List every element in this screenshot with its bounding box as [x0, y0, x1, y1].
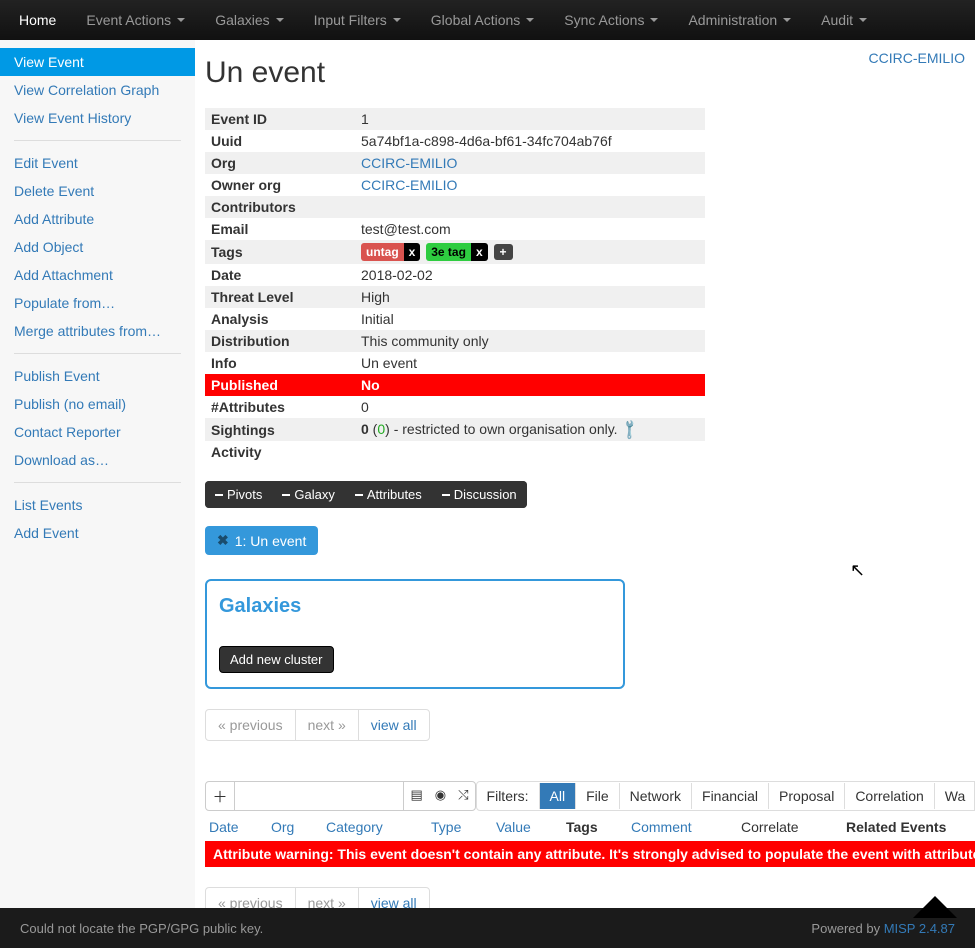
add-attribute-icon[interactable]: ＋ — [205, 781, 235, 811]
col-tags: Tags — [566, 819, 631, 835]
org-value-link[interactable]: CCIRC-EMILIO — [361, 155, 457, 171]
filter-all[interactable]: All — [539, 783, 576, 809]
col-correlate: Correlate — [741, 819, 846, 835]
minus-icon — [215, 494, 223, 496]
col-type[interactable]: Type — [431, 819, 461, 835]
add-tag-button[interactable]: + — [494, 244, 513, 260]
sidebar-view-history[interactable]: View Event History — [0, 104, 195, 132]
pager-prev: « previous — [206, 710, 296, 740]
col-comment[interactable]: Comment — [631, 819, 692, 835]
footer-message: Could not locate the PGP/GPG public key. — [20, 921, 263, 936]
attribute-warning: Attribute warning: This event doesn't co… — [205, 841, 975, 867]
remove-tag-icon[interactable]: x — [471, 243, 488, 261]
shuffle-icon[interactable]: ⤭ — [452, 782, 474, 810]
sidebar-publish-noemail[interactable]: Publish (no email) — [0, 390, 195, 418]
add-cluster-button[interactable]: Add new cluster — [219, 646, 334, 673]
cursor-icon: ↖ — [850, 560, 865, 581]
sidebar-merge[interactable]: Merge attributes from… — [0, 317, 195, 345]
sidebar-add-attribute[interactable]: Add Attribute — [0, 205, 195, 233]
attribute-table-header: Date Org Category Type Value Tags Commen… — [205, 811, 975, 841]
attribute-filters: Filters: All File Network Financial Prop… — [476, 781, 975, 811]
nav-galaxies[interactable]: Galaxies — [200, 2, 298, 38]
nav-event-actions[interactable]: Event Actions — [71, 2, 200, 38]
footer: Could not locate the PGP/GPG public key.… — [0, 908, 975, 948]
sidebar-publish[interactable]: Publish Event — [0, 362, 195, 390]
sidebar-view-correlation[interactable]: View Correlation Graph — [0, 76, 195, 104]
pivot-tab[interactable]: ✖1: Un event — [205, 526, 318, 555]
sidebar-add-object[interactable]: Add Object — [0, 233, 195, 261]
scroll-top-button[interactable] — [913, 896, 957, 918]
chevron-down-icon — [393, 18, 401, 22]
nav-home[interactable]: Home — [4, 2, 71, 38]
event-meta-table: Event ID1 Uuid5a74bf1a-c898-4d6a-bf61-34… — [205, 108, 705, 463]
chevron-down-icon — [650, 18, 658, 22]
filter-network[interactable]: Network — [619, 783, 691, 809]
sidebar-add-event[interactable]: Add Event — [0, 519, 195, 547]
sidebar-populate[interactable]: Populate from… — [0, 289, 195, 317]
nav-sync-actions[interactable]: Sync Actions — [549, 2, 673, 38]
minus-icon — [442, 494, 450, 496]
filter-correlation[interactable]: Correlation — [844, 783, 933, 809]
sidebar: View Event View Correlation Graph View E… — [0, 40, 195, 919]
filter-proposal[interactable]: Proposal — [768, 783, 844, 809]
chevron-down-icon — [859, 18, 867, 22]
list-view-icon[interactable]: ▤ — [404, 782, 428, 810]
toggle-pivots[interactable]: Pivots — [205, 481, 272, 508]
event-view-icon[interactable]: ◉ — [429, 782, 452, 810]
misp-link[interactable]: MISP 2.4.87 — [884, 921, 955, 936]
filters-label: Filters: — [477, 783, 539, 809]
sidebar-delete-event[interactable]: Delete Event — [0, 177, 195, 205]
top-navbar: Home Event Actions Galaxies Input Filter… — [0, 0, 975, 40]
close-icon[interactable]: ✖ — [217, 532, 229, 549]
chevron-down-icon — [276, 18, 284, 22]
sidebar-edit-event[interactable]: Edit Event — [0, 149, 195, 177]
sidebar-add-attachment[interactable]: Add Attachment — [0, 261, 195, 289]
sidebar-contact[interactable]: Contact Reporter — [0, 418, 195, 446]
col-date[interactable]: Date — [209, 819, 239, 835]
sidebar-view-event[interactable]: View Event — [0, 48, 195, 76]
nav-audit[interactable]: Audit — [806, 2, 882, 38]
chevron-down-icon — [526, 18, 534, 22]
org-link[interactable]: CCIRC-EMILIO — [869, 50, 965, 66]
pager-viewall[interactable]: view all — [359, 710, 429, 740]
nav-input-filters[interactable]: Input Filters — [299, 2, 416, 38]
col-related: Related Events — [846, 819, 966, 835]
toggle-galaxy[interactable]: Galaxy — [272, 481, 344, 508]
toggle-attributes[interactable]: Attributes — [345, 481, 432, 508]
wrench-icon[interactable]: 🔧 — [618, 417, 642, 441]
owner-org-link[interactable]: CCIRC-EMILIO — [361, 177, 457, 193]
section-toggles: Pivots Galaxy Attributes Discussion — [205, 481, 527, 508]
col-org[interactable]: Org — [271, 819, 294, 835]
sidebar-download[interactable]: Download as… — [0, 446, 195, 474]
filter-financial[interactable]: Financial — [691, 783, 768, 809]
galaxies-heading: Galaxies — [219, 595, 611, 618]
chevron-down-icon — [177, 18, 185, 22]
tag-3e[interactable]: 3e tagx — [426, 243, 487, 261]
galaxies-panel: Galaxies Add new cluster — [205, 579, 625, 689]
toggle-discussion[interactable]: Discussion — [432, 481, 527, 508]
filter-file[interactable]: File — [575, 783, 619, 809]
minus-icon — [355, 494, 363, 496]
view-mode-group: ▤ ◉ ⤭ — [403, 781, 475, 811]
nav-administration[interactable]: Administration — [673, 2, 806, 38]
col-category[interactable]: Category — [326, 819, 383, 835]
pager-next: next » — [296, 710, 359, 740]
chevron-down-icon — [783, 18, 791, 22]
page-title: Un event — [205, 56, 975, 90]
minus-icon — [282, 494, 290, 496]
filter-warning[interactable]: Wa — [934, 783, 975, 809]
col-value[interactable]: Value — [496, 819, 531, 835]
remove-tag-icon[interactable]: x — [404, 243, 421, 261]
pager-top: « previous next » view all — [205, 709, 430, 741]
nav-global-actions[interactable]: Global Actions — [416, 2, 550, 38]
sidebar-list-events[interactable]: List Events — [0, 491, 195, 519]
tag-untag[interactable]: untagx — [361, 243, 420, 261]
